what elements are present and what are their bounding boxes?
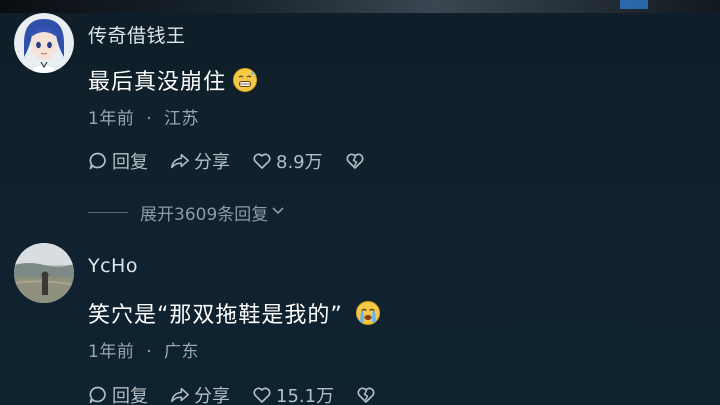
- avatar[interactable]: [14, 13, 74, 73]
- comment-time: 1年前: [88, 109, 135, 129]
- like-count: 8.9万: [276, 152, 323, 173]
- share-label: 分享: [194, 152, 230, 173]
- reply-label: 回复: [112, 152, 148, 173]
- video-edge-strip: [0, 0, 720, 13]
- comment-actions: 回复 分享 15.1万: [88, 382, 376, 405]
- comment-content: 笑穴是“那双拖鞋是我的”: [88, 297, 381, 329]
- comment-username[interactable]: YcHo: [88, 255, 138, 277]
- heart-icon: [252, 151, 272, 171]
- comment-time: 1年前: [88, 342, 135, 362]
- like-button[interactable]: 15.1万: [252, 382, 334, 405]
- expand-replies-label[interactable]: 展开3609条回复: [140, 200, 268, 225]
- comment-content: 最后真没崩住: [88, 64, 258, 96]
- video-glow: [620, 0, 648, 9]
- broken-heart-icon: [345, 151, 365, 171]
- comment-text: 笑穴是“那双拖鞋是我的”: [88, 303, 343, 328]
- share-button[interactable]: 分享: [170, 148, 230, 174]
- share-arrow-icon: [170, 151, 190, 171]
- share-arrow-icon: [170, 385, 190, 405]
- crying-emoji-icon: [355, 300, 381, 326]
- grimace-emoji-icon: [232, 67, 258, 93]
- heart-icon: [252, 385, 272, 405]
- comment-panel: 传奇借钱王 最后真没崩住 1年前 · 江苏 回复 分享 8.9万 展开3609条…: [0, 0, 720, 405]
- meta-separator: ·: [146, 342, 153, 362]
- like-button[interactable]: 8.9万: [252, 148, 323, 174]
- share-label: 分享: [194, 386, 230, 405]
- reply-label: 回复: [112, 386, 148, 405]
- comment-location: 广东: [164, 342, 200, 362]
- comment-bubble-icon: [88, 151, 108, 171]
- expand-divider: [88, 212, 128, 213]
- broken-heart-icon: [356, 385, 376, 405]
- comment-bubble-icon: [88, 385, 108, 405]
- dislike-button[interactable]: [345, 151, 365, 171]
- chevron-down-icon: [268, 202, 286, 223]
- comment-meta: 1年前 · 广东: [88, 337, 199, 362]
- comment-actions: 回复 分享 8.9万: [88, 148, 365, 174]
- avatar[interactable]: [14, 243, 74, 303]
- comment-location: 江苏: [164, 109, 200, 129]
- comment-username[interactable]: 传奇借钱王: [88, 21, 186, 48]
- dislike-button[interactable]: [356, 385, 376, 405]
- like-count: 15.1万: [276, 386, 335, 405]
- comment-text: 最后真没崩住: [88, 70, 227, 95]
- share-button[interactable]: 分享: [170, 382, 230, 405]
- reply-button[interactable]: 回复: [88, 382, 148, 405]
- comment-meta: 1年前 · 江苏: [88, 104, 199, 129]
- expand-replies[interactable]: 展开3609条回复: [88, 200, 286, 225]
- reply-button[interactable]: 回复: [88, 148, 148, 174]
- meta-separator: ·: [146, 109, 153, 129]
